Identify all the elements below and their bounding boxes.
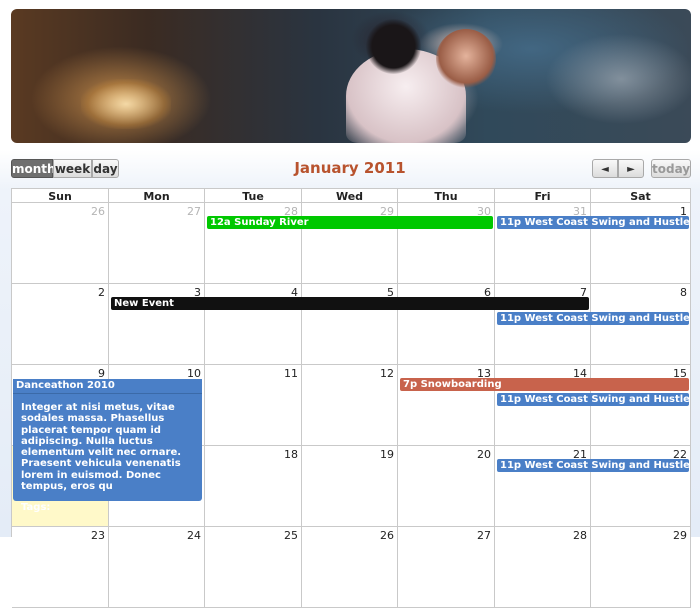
weekday-header: Fri bbox=[495, 188, 591, 203]
day-cell[interactable]: 11 bbox=[205, 365, 302, 446]
day-cell[interactable]: 29 bbox=[591, 527, 691, 608]
week-view-button[interactable]: week bbox=[53, 159, 92, 178]
weekday-header: Wed bbox=[302, 188, 398, 203]
day-number: 2 bbox=[98, 286, 105, 299]
day-cell[interactable]: 28 bbox=[495, 527, 591, 608]
day-number: 11 bbox=[284, 367, 298, 380]
prev-month-button[interactable]: ◄ bbox=[592, 159, 618, 178]
calendar-event[interactable]: 11p West Coast Swing and Hustle bbox=[497, 312, 689, 325]
next-month-button[interactable]: ► bbox=[618, 159, 644, 178]
day-number: 26 bbox=[91, 205, 105, 218]
calendar-event[interactable]: 11p West Coast Swing and Hustle bbox=[497, 393, 689, 406]
day-view-button[interactable]: day bbox=[92, 159, 119, 178]
arrow-left-icon: ◄ bbox=[601, 164, 609, 175]
month-view-button[interactable]: month bbox=[11, 159, 56, 178]
weekday-header: Tue bbox=[205, 188, 302, 203]
day-number: 19 bbox=[380, 448, 394, 461]
photo-dancer-head bbox=[366, 19, 421, 74]
photo-lamp bbox=[81, 79, 171, 129]
weekday-header: Mon bbox=[109, 188, 205, 203]
day-cell[interactable]: 27 bbox=[398, 527, 495, 608]
calendar-title: January 2011 bbox=[294, 159, 406, 177]
day-cell[interactable]: 23 bbox=[12, 527, 109, 608]
day-cell[interactable]: 12 bbox=[302, 365, 398, 446]
tooltip-body: Integer at nisi metus, vitae sodales mas… bbox=[21, 402, 182, 493]
photo-bride-face bbox=[436, 29, 496, 89]
day-number: 26 bbox=[380, 529, 394, 542]
day-number: 24 bbox=[187, 529, 201, 542]
event-tooltip: Danceathon 2010 Integer at nisi metus, v… bbox=[13, 379, 202, 513]
tooltip-title: Danceathon 2010 bbox=[13, 379, 202, 394]
calendar-event[interactable]: 11p West Coast Swing and Hustle bbox=[497, 459, 689, 472]
day-number: 28 bbox=[573, 529, 587, 542]
weekday-header: Sun bbox=[12, 188, 109, 203]
day-cell[interactable]: 27 bbox=[109, 203, 205, 284]
day-cell[interactable]: 19 bbox=[302, 446, 398, 527]
weekday-header: Sat bbox=[591, 188, 691, 203]
day-cell[interactable]: 25 bbox=[205, 527, 302, 608]
day-number: 25 bbox=[284, 529, 298, 542]
calendar-event[interactable]: 11p West Coast Swing and Hustle bbox=[497, 216, 689, 229]
day-number: 27 bbox=[187, 205, 201, 218]
day-cell[interactable]: 20 bbox=[398, 446, 495, 527]
tooltip-tags: Tags: bbox=[21, 502, 51, 514]
header-photo bbox=[11, 9, 691, 143]
calendar-event[interactable]: 12a Sunday River bbox=[207, 216, 493, 229]
day-cell[interactable]: 24 bbox=[109, 527, 205, 608]
today-button[interactable]: today bbox=[651, 159, 691, 178]
arrow-right-icon: ► bbox=[627, 164, 635, 175]
day-cell[interactable]: 26 bbox=[302, 527, 398, 608]
day-number: 12 bbox=[380, 367, 394, 380]
day-cell[interactable]: 2 bbox=[12, 284, 109, 365]
day-number: 27 bbox=[477, 529, 491, 542]
day-number: 20 bbox=[477, 448, 491, 461]
day-cell[interactable]: 18 bbox=[205, 446, 302, 527]
calendar-event[interactable]: 7p Snowboarding bbox=[400, 378, 689, 391]
weekday-header: Thu bbox=[398, 188, 495, 203]
day-number: 23 bbox=[91, 529, 105, 542]
day-number: 8 bbox=[680, 286, 687, 299]
calendar-event[interactable]: New Event bbox=[111, 297, 589, 310]
day-cell[interactable]: 26 bbox=[12, 203, 109, 284]
day-number: 18 bbox=[284, 448, 298, 461]
day-number: 29 bbox=[673, 529, 687, 542]
